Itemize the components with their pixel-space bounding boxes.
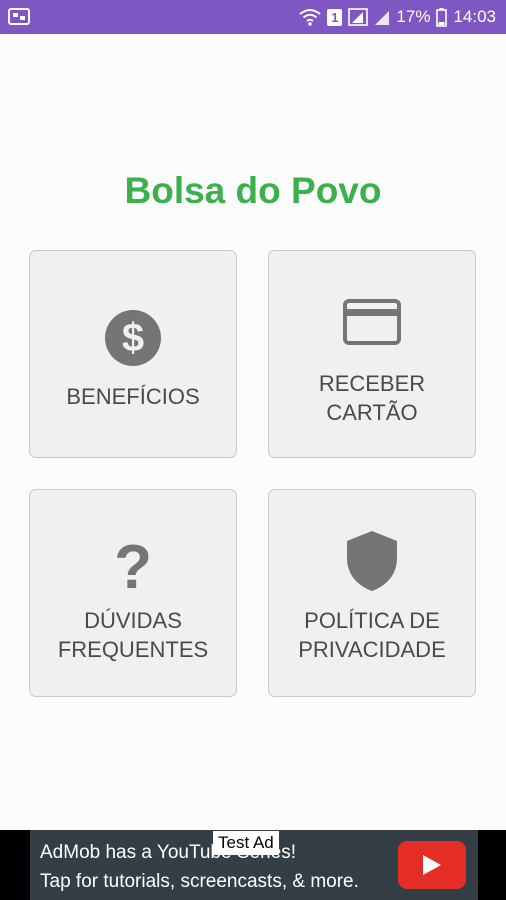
battery-percent: 17% — [396, 7, 431, 26]
receber-cartao-button[interactable]: RECEBER CARTÃO — [268, 250, 476, 458]
politica-privacidade-button[interactable]: POLÍTICA DE PRIVACIDADE — [268, 489, 476, 697]
beneficios-button[interactable]: $ BENEFÍCIOS — [29, 250, 237, 458]
app-title: Bolsa do Povo — [124, 170, 382, 211]
wifi-icon — [299, 8, 322, 26]
tile-label: BENEFÍCIOS — [66, 384, 200, 409]
screenshot-icon — [8, 8, 30, 25]
test-ad-label: Test Ad — [213, 831, 279, 855]
battery-icon — [436, 7, 448, 27]
sim-badge: 1 — [327, 8, 343, 26]
tile-label: POLÍTICA DE PRIVACIDADE — [298, 608, 446, 662]
question-mark-icon: ? — [30, 536, 236, 592]
shield-icon — [269, 530, 475, 592]
signal-icon — [348, 8, 369, 26]
youtube-play-icon[interactable] — [398, 841, 466, 889]
svg-text:?: ? — [114, 536, 152, 592]
clock: 14:03 — [453, 7, 496, 26]
ad-description: Tap for tutorials, screencasts, & more. — [40, 871, 359, 892]
dollar-coin-icon: $ — [30, 309, 236, 367]
signal-icon-2 — [374, 8, 390, 26]
tile-label: RECEBER CARTÃO — [318, 371, 426, 425]
credit-card-icon — [269, 299, 475, 345]
duvidas-frequentes-button[interactable]: ? DÚVIDAS FREQUENTES — [29, 489, 237, 697]
svg-text:$: $ — [122, 316, 144, 360]
status-bar: 1 17% 14:03 — [0, 0, 506, 34]
ad-banner[interactable]: AdMob has a YouTube Series! Tap for tuto… — [0, 830, 506, 900]
tile-label: DÚVIDAS FREQUENTES — [57, 608, 209, 662]
